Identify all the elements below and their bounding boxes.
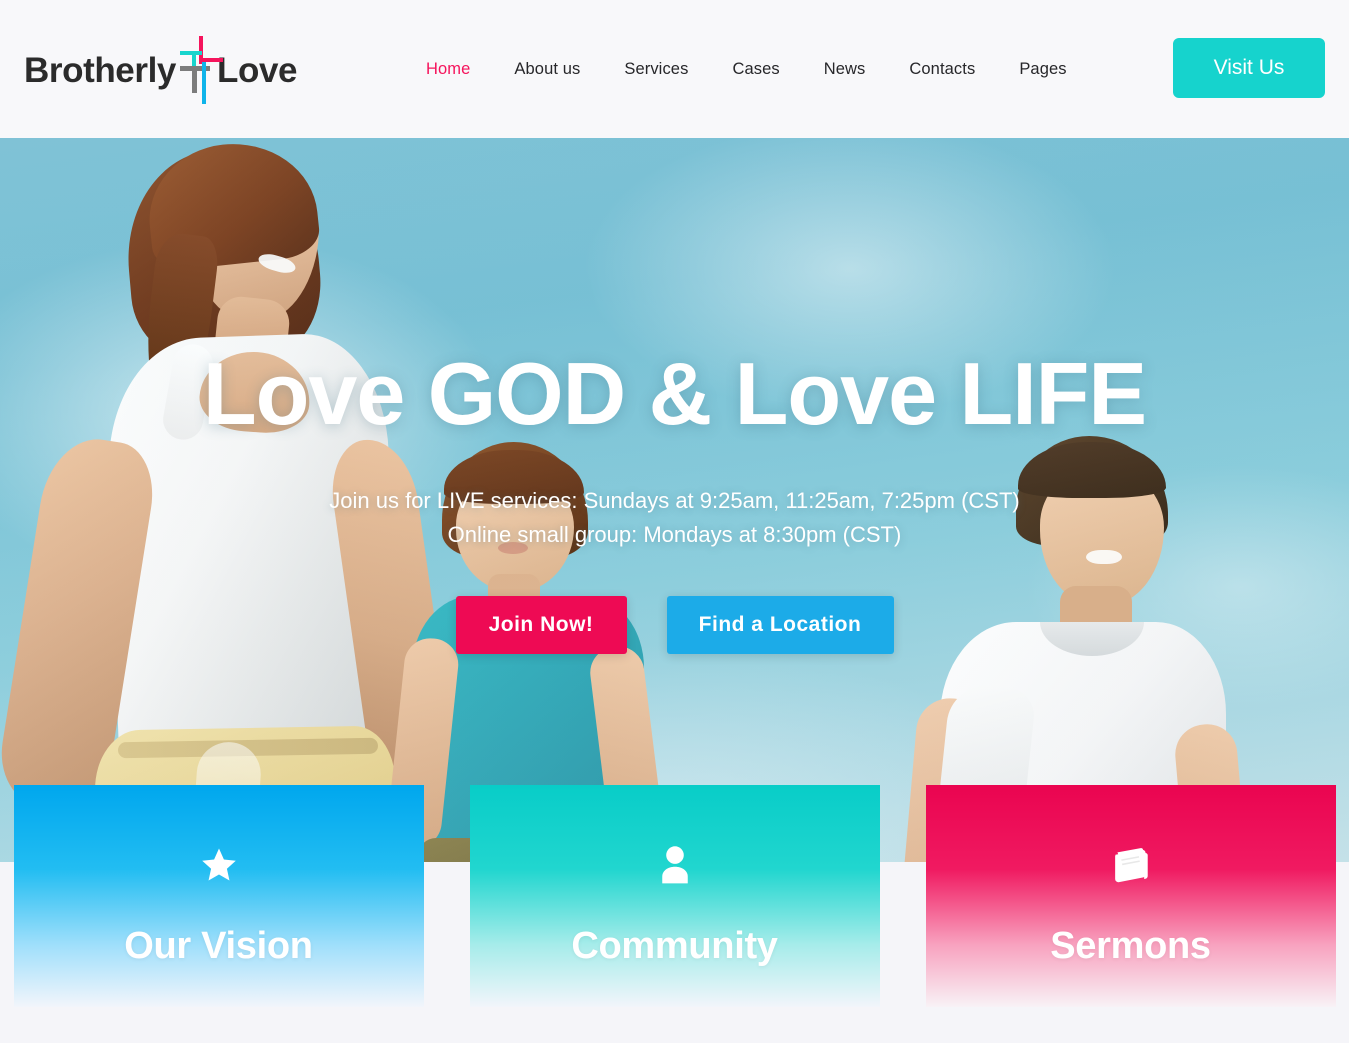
feature-card-title: Community (571, 925, 778, 967)
nav-item-pages[interactable]: Pages (997, 60, 1088, 79)
hero-subtitle-line-1: Join us for LIVE services: Sundays at 9:… (329, 488, 1020, 513)
nav-item-cases[interactable]: Cases (710, 60, 801, 79)
hero-button-group: Join Now! Find a Location (455, 596, 894, 655)
nav-item-home[interactable]: Home (404, 60, 492, 79)
person-icon (653, 843, 697, 887)
logo-word-left: Brotherly (24, 50, 176, 90)
nav-item-services[interactable]: Services (602, 60, 710, 79)
hero-subtitle: Join us for LIVE services: Sundays at 9:… (329, 484, 1019, 552)
feature-card-sermons[interactable]: Sermons (925, 785, 1336, 1007)
hero-banner: Love GOD & Love LIFE Join us for LIVE se… (0, 138, 1349, 862)
feature-card-title: Sermons (1050, 925, 1211, 967)
visit-us-button[interactable]: Visit Us (1173, 38, 1325, 98)
hero-content: Love GOD & Love LIFE Join us for LIVE se… (0, 138, 1349, 862)
star-icon (197, 843, 241, 887)
site-header: Brotherly Love Home About us Services Ca… (0, 0, 1349, 138)
book-icon (1109, 843, 1153, 887)
hero-title: Love GOD & Love LIFE (202, 344, 1147, 443)
logo-word-right: Love (217, 50, 298, 90)
cross-icon (174, 34, 223, 106)
feature-card-title: Our Vision (124, 925, 313, 967)
hero-subtitle-line-2: Online small group: Mondays at 8:30pm (C… (447, 522, 902, 548)
main-navigation: Home About us Services Cases News Contac… (404, 0, 1089, 138)
nav-item-contacts[interactable]: Contacts (887, 60, 997, 79)
find-location-button[interactable]: Find a Location (666, 596, 894, 655)
nav-item-about-us[interactable]: About us (492, 60, 602, 79)
join-now-button[interactable]: Join Now! (455, 596, 627, 655)
page-background-bottom (0, 1007, 1349, 1043)
feature-card-community[interactable]: Community (469, 785, 880, 1007)
nav-item-news[interactable]: News (802, 60, 888, 79)
site-logo[interactable]: Brotherly Love (24, 36, 298, 104)
feature-card-our-vision[interactable]: Our Vision (13, 785, 424, 1007)
feature-card-list: Our Vision Community Sermons (0, 785, 1349, 1043)
